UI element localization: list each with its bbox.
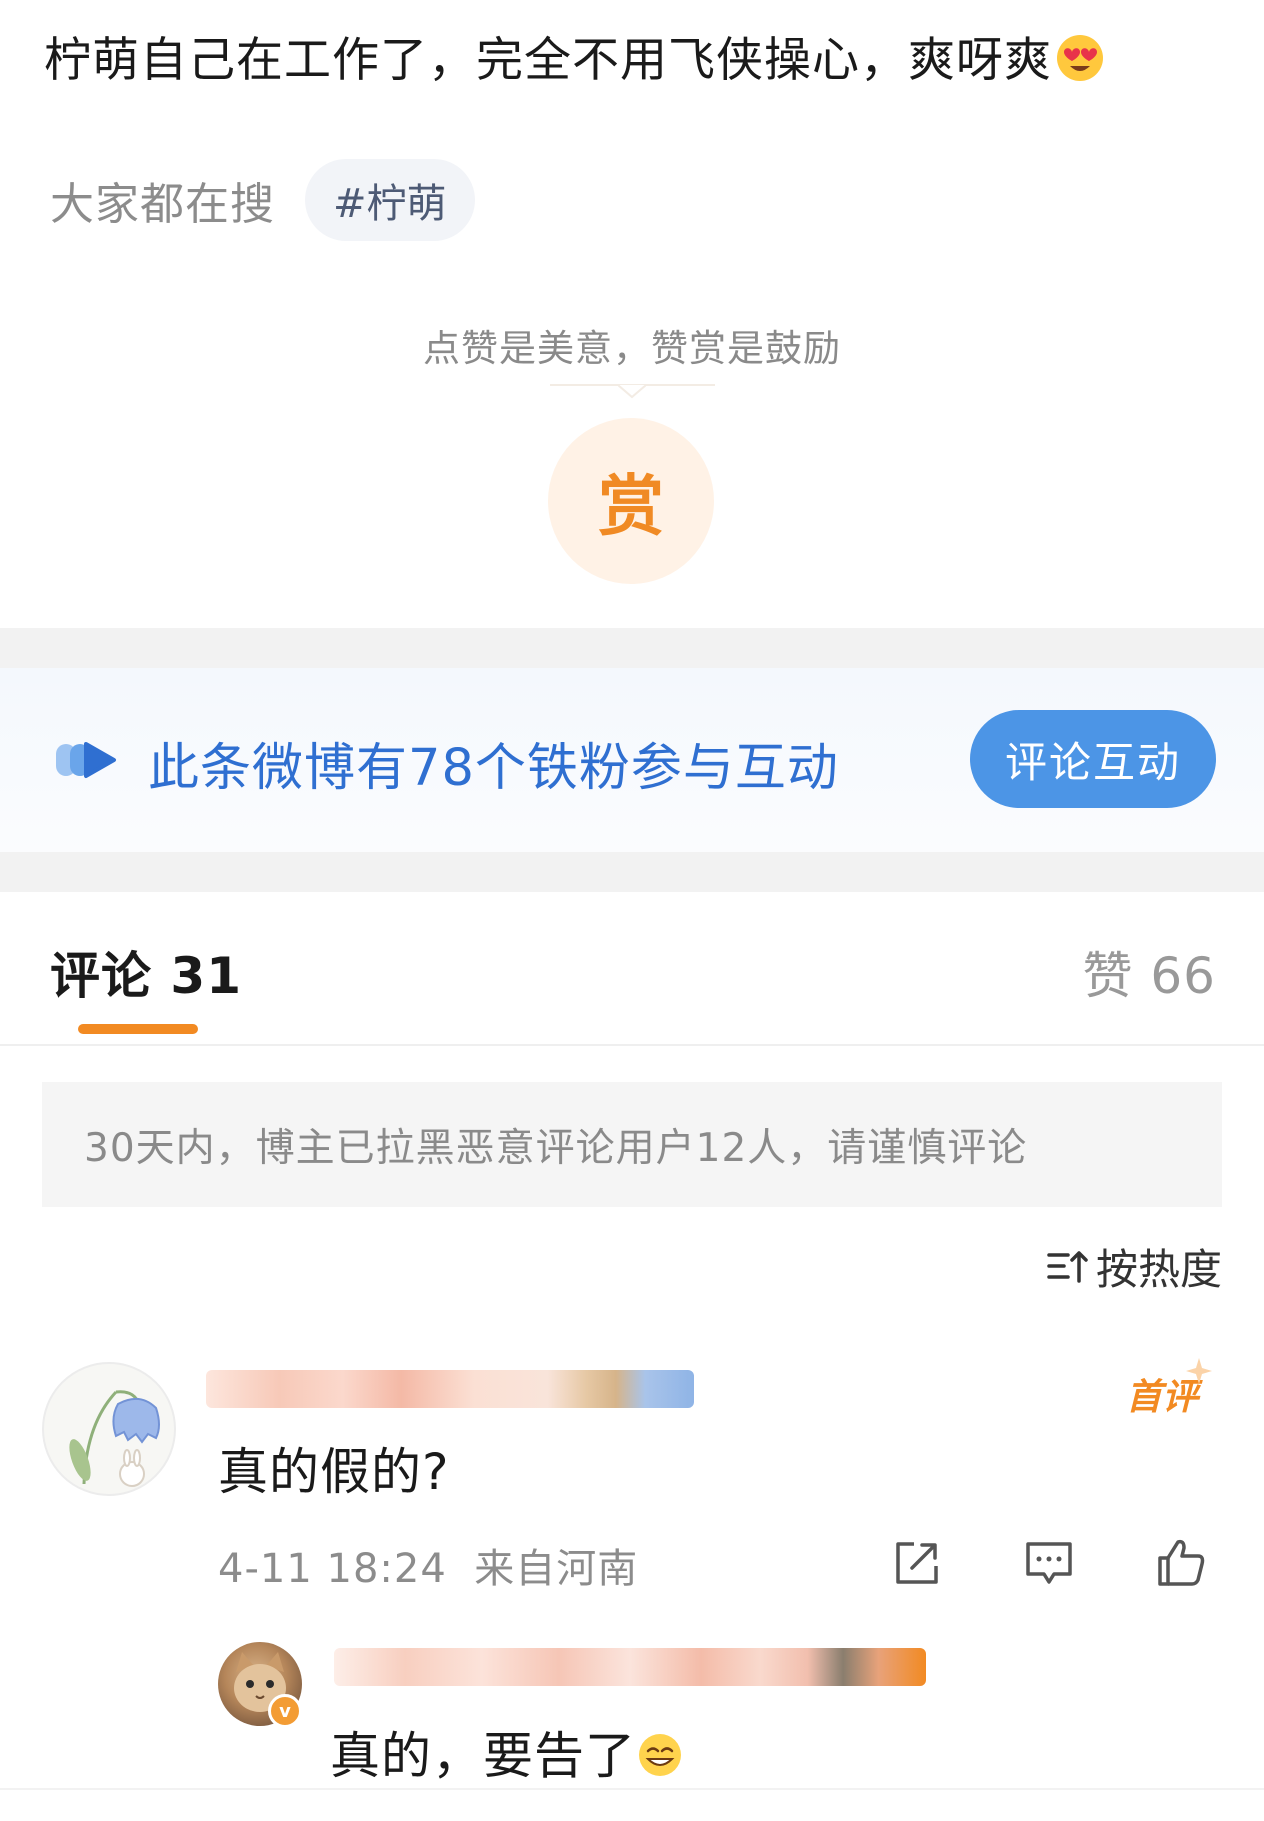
heart-eyes-emoji-icon <box>1057 35 1103 81</box>
search-label: 大家都在搜 <box>50 179 275 230</box>
reward-caption: 点赞是美意，赞赏是鼓励 <box>423 327 841 370</box>
comment-icon[interactable] <box>1022 1536 1076 1590</box>
comment-meta: 4-11 18:24 来自河南 <box>218 1536 638 1594</box>
reply-body: 真的，要告了 <box>330 1727 636 1785</box>
active-tab-indicator <box>78 1024 198 1034</box>
grin-emoji-icon <box>639 1734 681 1776</box>
tab-likes-count: 66 <box>1150 947 1216 1005</box>
reward-pointer-icon <box>618 385 646 399</box>
tab-comments[interactable]: 评论 31 <box>50 936 242 1008</box>
avatar[interactable] <box>42 1362 176 1496</box>
share-icon[interactable] <box>890 1536 944 1590</box>
fan-banner-text: 此条微博有78个铁粉参与互动 <box>148 739 839 798</box>
reply-text: 真的，要告了 <box>330 1716 684 1788</box>
sort-button[interactable]: 按热度 <box>1046 1238 1222 1294</box>
section-divider <box>0 628 1264 668</box>
post-body: 柠萌自己在工作了，完全不用飞侠操心，爽呀爽 <box>44 33 1052 88</box>
comment-text: 真的假的? <box>218 1443 450 1501</box>
tab-comments-label: 评论 <box>50 947 152 1005</box>
section-divider <box>0 852 1264 892</box>
fans-icon <box>56 742 116 778</box>
search-tag-chip[interactable]: #柠萌 <box>305 159 475 241</box>
tab-comments-count: 31 <box>170 947 243 1005</box>
post-text: 柠萌自己在工作了，完全不用飞侠操心，爽呀爽 <box>44 30 1224 92</box>
like-icon[interactable] <box>1154 1536 1208 1590</box>
sparkle-icon <box>1186 1358 1212 1384</box>
bottom-divider <box>0 1788 1264 1790</box>
bluebell-flower-avatar-icon <box>69 1390 160 1487</box>
tab-divider <box>0 1044 1264 1046</box>
comment-notice: 30天内，博主已拉黑恶意评论用户12人，请谨慎评论 <box>42 1082 1222 1207</box>
verified-badge-icon: v <box>268 1694 302 1728</box>
username-blurred[interactable] <box>206 1370 694 1408</box>
sort-icon <box>1047 1251 1088 1283</box>
sort-label: 按热度 <box>1095 1244 1222 1294</box>
comment-interaction-button[interactable]: 评论互动 <box>970 710 1216 808</box>
tab-likes-label: 赞 <box>1082 947 1134 1005</box>
reward-button[interactable]: 赏 <box>548 418 714 584</box>
search-suggestions: 大家都在搜 #柠萌 <box>50 159 475 241</box>
comment-location: 来自河南 <box>474 1546 639 1592</box>
comment-time: 4-11 18:24 <box>218 1546 447 1592</box>
reply-username-blurred[interactable] <box>334 1648 926 1686</box>
tab-likes[interactable]: 赞 66 <box>1082 936 1216 1008</box>
